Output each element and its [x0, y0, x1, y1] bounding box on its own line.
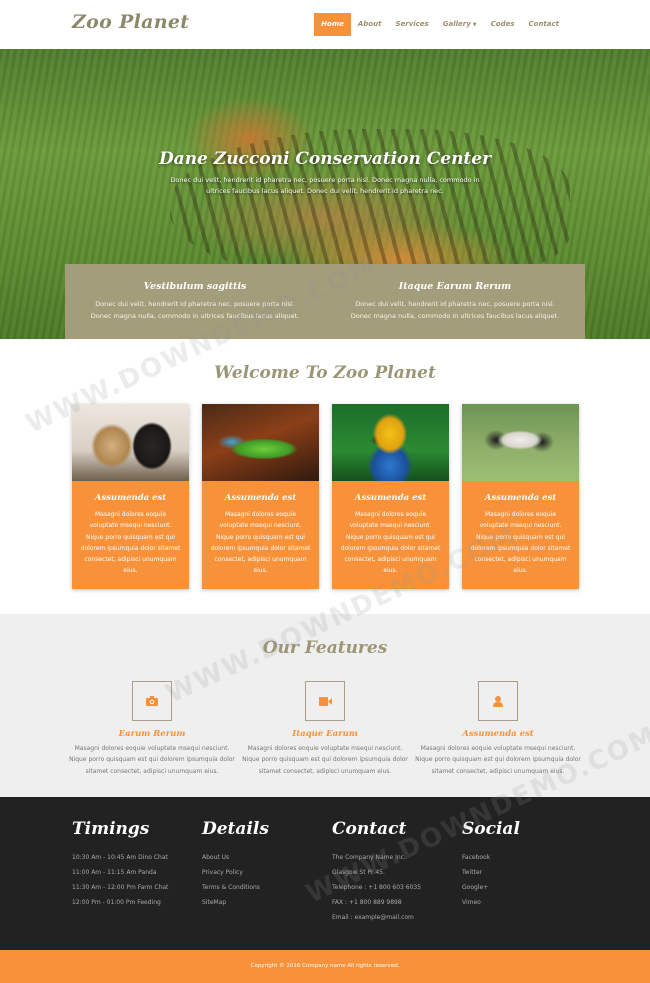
video-camera-icon[interactable] [305, 681, 345, 721]
chevron-down-icon: ▼ [472, 22, 477, 28]
site-footer: Timings 10:30 Am - 10:45 Am Dino Chat 11… [0, 797, 650, 950]
nav-about[interactable]: About [351, 13, 389, 36]
contact-address: Glasgow St Pr 45. [332, 869, 385, 876]
footer-timings-list: 10:30 Am - 10:45 Am Dino Chat 11:00 Am -… [72, 850, 202, 910]
contact-telephone: Telephone : +1 800 603 6035 [332, 884, 422, 891]
features-section: Our Features Earum Rerum Masagni dolores… [0, 614, 650, 797]
nav-contact[interactable]: Contact [522, 13, 567, 36]
card-text: Masagni dolores eoquie voluptate msequi … [210, 511, 311, 575]
social-link-twitter[interactable]: Twitter [462, 865, 592, 880]
contact-company: The Company Name Inc. [332, 854, 406, 861]
contact-fax: FAX : +1 800 889 9898 [332, 899, 402, 906]
card-title: Assumenda est [354, 493, 427, 503]
footer-social-title: Social [462, 819, 520, 839]
hero-banner: Dane Zucconi Conservation Center Donec d… [0, 49, 650, 339]
card-title: Assumenda est [94, 493, 167, 503]
feature-item: Itaque Earum Masagni dolores eoquie volu… [240, 681, 410, 777]
footer-link-about[interactable]: About Us [202, 850, 332, 865]
timing-item: 11:00 Am - 11:15 Am Panda [72, 869, 157, 876]
card-text: Masagni dolores eoquie voluptate msequi … [80, 511, 181, 575]
animal-card[interactable]: Assumenda est Masagni dolores eoquie vol… [462, 404, 579, 589]
footer-details-title: Details [202, 819, 269, 839]
footer-details-list: About Us Privacy Policy Terms & Conditio… [202, 850, 332, 910]
hero-info-left: Vestibulum sagittis Donec dui velit, hen… [85, 281, 305, 322]
social-link-facebook[interactable]: Facebook [462, 850, 592, 865]
lizard-image [202, 404, 319, 481]
welcome-title: Welcome To Zoo Planet [214, 363, 436, 383]
footer-social-list: Facebook Twitter Google+ Vimeo [462, 850, 592, 910]
card-title: Assumenda est [484, 493, 557, 503]
timing-item: 12:00 Pm - 01:00 Pm Feeding [72, 899, 161, 906]
camera-icon[interactable] [132, 681, 172, 721]
hero-info-right-text: Donec dui velit, hendrerit id pharetra n… [350, 300, 560, 320]
footer-timings: Timings 10:30 Am - 10:45 Am Dino Chat 11… [72, 819, 202, 910]
timing-item: 10:30 Am - 10:45 Am Dino Chat [72, 854, 168, 861]
footer-contact-title: Contact [332, 819, 407, 839]
hero-text: Donec dui velit, hendrerit id pharetra n… [170, 176, 480, 195]
nav-gallery-label: Gallery [442, 20, 471, 28]
hero-info-box: Vestibulum sagittis Donec dui velit, hen… [65, 264, 585, 339]
animal-card[interactable]: Assumenda est Masagni dolores eoquie vol… [332, 404, 449, 589]
main-nav: Home About Services Gallery ▼ Codes Conta… [314, 13, 566, 36]
animal-card[interactable]: Assumenda est Masagni dolores eoquie vol… [202, 404, 319, 589]
welcome-cards: Assumenda est Masagni dolores eoquie vol… [72, 404, 579, 589]
card-title: Assumenda est [224, 493, 297, 503]
card-text: Masagni dolores eoquie voluptate msequi … [470, 511, 571, 575]
nav-gallery[interactable]: Gallery ▼ [436, 13, 484, 36]
feature-title: Assumenda est [462, 729, 534, 739]
footer-social: Social Facebook Twitter Google+ Vimeo [462, 819, 592, 910]
feature-text: Masagni dolores eoquie voluptate msequi … [69, 745, 235, 775]
feature-title: Itaque Earum [292, 729, 358, 739]
site-header: Zoo Planet Home About Services Gallery ▼ … [0, 0, 650, 49]
hero-info-left-title: Vestibulum sagittis [143, 281, 247, 292]
footer-link-terms[interactable]: Terms & Conditions [202, 880, 332, 895]
nav-services[interactable]: Services [388, 13, 435, 36]
hero-info-left-text: Donec dui velit, hendrerit id pharetra n… [90, 300, 300, 320]
hero-info-right-title: Itaque Earum Rerum [398, 281, 512, 292]
card-text: Masagni dolores eoquie voluptate msequi … [340, 511, 441, 575]
user-icon[interactable] [478, 681, 518, 721]
site-logo[interactable]: Zoo Planet [72, 11, 189, 33]
feature-title: Earum Rerum [118, 729, 186, 739]
features-title: Our Features [262, 638, 388, 658]
tapir-image [462, 404, 579, 481]
feature-item: Assumenda est Masagni dolores eoquie vol… [413, 681, 583, 777]
gibbons-image [72, 404, 189, 481]
animal-card[interactable]: Assumenda est Masagni dolores eoquie vol… [72, 404, 189, 589]
nav-home[interactable]: Home [314, 13, 351, 36]
parrot-image [332, 404, 449, 481]
copyright-bar: Copyright © 2016 Company name All rights… [0, 950, 650, 983]
footer-link-sitemap[interactable]: SiteMap [202, 895, 332, 910]
footer-link-privacy[interactable]: Privacy Policy [202, 865, 332, 880]
timing-item: 11:30 Am - 12:00 Pm Farm Chat [72, 884, 169, 891]
contact-email[interactable]: Email : example@mail.com [332, 910, 462, 925]
feature-text: Masagni dolores eoquie voluptate msequi … [242, 745, 408, 775]
social-link-vimeo[interactable]: Vimeo [462, 895, 592, 910]
footer-details: Details About Us Privacy Policy Terms & … [202, 819, 332, 910]
hero-info-right: Itaque Earum Rerum Donec dui velit, hend… [345, 281, 565, 322]
footer-contact-list: The Company Name Inc. Glasgow St Pr 45. … [332, 850, 462, 925]
social-link-googleplus[interactable]: Google+ [462, 880, 592, 895]
hero-title: Dane Zucconi Conservation Center [158, 149, 492, 169]
footer-timings-title: Timings [72, 819, 150, 839]
feature-text: Masagni dolores eoquie voluptate msequi … [415, 745, 581, 775]
feature-item: Earum Rerum Masagni dolores eoquie volup… [67, 681, 237, 777]
nav-codes[interactable]: Codes [484, 13, 522, 36]
footer-contact: Contact The Company Name Inc. Glasgow St… [332, 819, 462, 925]
